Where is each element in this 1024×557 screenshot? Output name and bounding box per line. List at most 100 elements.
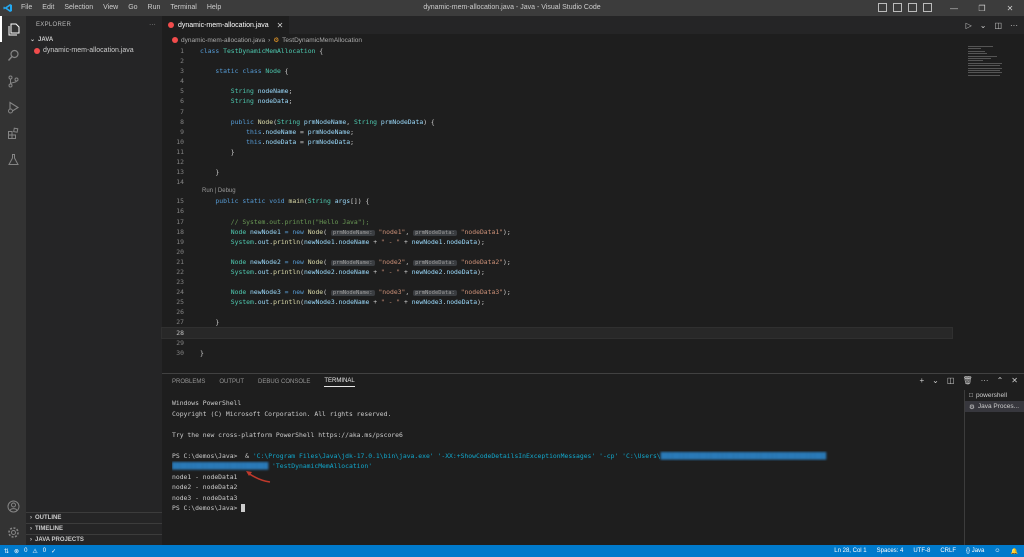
code-line: 24 Node newNode3 = new Node( prmNodeName…	[176, 288, 511, 297]
menu-bar: File Edit Selection View Go Run Terminal…	[16, 0, 226, 16]
menu-selection[interactable]: Selection	[59, 0, 98, 16]
close-icon[interactable]: ✕	[996, 0, 1024, 16]
warning-count[interactable]: 0	[43, 548, 46, 554]
more-actions-icon[interactable]: ···	[1010, 21, 1018, 30]
encoding[interactable]: UTF-8	[913, 548, 930, 554]
chevron-right-icon: ›	[30, 526, 32, 532]
terminal-output-line: node3 - nodeData3	[172, 493, 238, 502]
notifications-icon[interactable]: 🔔	[1011, 548, 1018, 555]
annotation-arrow-icon	[246, 471, 271, 483]
java-status-icon[interactable]: ✓	[51, 548, 56, 555]
toggle-secondary-sidebar-icon[interactable]	[908, 3, 917, 12]
menu-file[interactable]: File	[16, 0, 37, 16]
menu-view[interactable]: View	[98, 0, 123, 16]
testing-icon[interactable]	[0, 146, 26, 172]
error-count[interactable]: 0	[24, 548, 27, 554]
terminal-list-item[interactable]: ⚙ Java Proces...	[965, 401, 1024, 412]
breadcrumb-separator-icon: ›	[268, 36, 271, 44]
tab-output[interactable]: OUTPUT	[219, 379, 244, 385]
account-icon[interactable]	[0, 493, 26, 519]
tab-terminal[interactable]: TERMINAL	[324, 378, 355, 387]
java-file-icon	[168, 22, 174, 28]
more-actions-icon[interactable]: ···	[981, 376, 989, 385]
explorer-icon[interactable]	[0, 16, 26, 42]
java-projects-section[interactable]: › JAVA PROJECTS	[26, 534, 162, 545]
source-control-icon[interactable]	[0, 68, 26, 94]
terminal-icon: □	[969, 392, 973, 399]
breadcrumb: dynamic-mem-allocation.java › ⚙ TestDyna…	[162, 34, 1024, 46]
tab-problems[interactable]: PROBLEMS	[172, 379, 205, 385]
customize-layout-icon[interactable]	[923, 3, 932, 12]
toggle-sidebar-icon[interactable]	[878, 3, 887, 12]
gear-icon: ⚙	[969, 403, 975, 411]
terminal-cursor	[241, 504, 246, 512]
warning-icon[interactable]: ⚠	[32, 548, 37, 555]
minimap[interactable]	[968, 46, 1010, 86]
code-line: 2	[180, 57, 184, 66]
file-item[interactable]: dynamic-mem-allocation.java	[26, 45, 162, 56]
panel-actions: + ⌄ ◫ 🗑 ··· ⌃ ✕	[920, 376, 1019, 385]
code-line: 8 public Node(String prmNodeName, String…	[180, 117, 435, 126]
end-of-line[interactable]: CRLF	[940, 548, 956, 554]
title-bar: File Edit Selection View Go Run Terminal…	[0, 0, 1024, 16]
settings-gear-icon[interactable]	[0, 519, 26, 545]
trash-icon[interactable]: 🗑	[962, 376, 972, 385]
chevron-down-icon[interactable]: ⌄	[980, 21, 987, 30]
language-mode[interactable]: {} Java	[966, 548, 984, 554]
menu-terminal[interactable]: Terminal	[165, 0, 201, 16]
toggle-panel-icon[interactable]	[893, 3, 902, 12]
code-line: 12	[176, 158, 184, 167]
terminal-output-line: node2 - nodeData2	[172, 483, 238, 491]
code-line: 1 class TestDynamicMemAllocation {	[180, 47, 324, 55]
close-tab-icon[interactable]: ✕	[277, 21, 284, 30]
activity-bar-bottom	[0, 493, 26, 545]
run-debug-codelens[interactable]: Run | Debug	[162, 187, 952, 196]
run-debug-icon[interactable]	[0, 94, 26, 120]
breadcrumb-file[interactable]: dynamic-mem-allocation.java	[181, 37, 265, 44]
param-hint: prmNodeName:	[330, 229, 375, 236]
outline-section[interactable]: › OUTLINE	[26, 512, 162, 523]
terminal-prompt-line: PS C:\demos\Java>	[172, 503, 962, 514]
extensions-icon[interactable]	[0, 120, 26, 146]
editor-actions: ▷ ⌄ ◫ ···	[966, 16, 1018, 34]
explorer-title: EXPLORER	[36, 22, 72, 28]
class-symbol-icon: ⚙	[273, 37, 280, 44]
run-icon[interactable]: ▷	[966, 21, 972, 30]
java-projects-section-label: JAVA PROJECTS	[35, 537, 84, 543]
feedback-icon[interactable]: ☺	[994, 548, 1000, 554]
terminal-line: Copyright (C) Microsoft Corporation. All…	[172, 409, 392, 418]
indentation[interactable]: Spaces: 4	[877, 548, 904, 554]
terminal-output-line: node1 - nodeData1	[172, 472, 238, 481]
split-editor-icon[interactable]: ◫	[994, 21, 1002, 30]
menu-edit[interactable]: Edit	[37, 0, 59, 16]
minimize-icon[interactable]: —	[940, 0, 968, 16]
chevron-down-icon[interactable]: ⌄	[932, 376, 939, 385]
timeline-section[interactable]: › TIMELINE	[26, 523, 162, 534]
breadcrumb-class[interactable]: TestDynamicMemAllocation	[282, 37, 362, 44]
terminal-command-line: PS C:\demos\Java> & 'C:\Program Files\Ja…	[172, 451, 827, 460]
terminal-list-item[interactable]: □ powershell	[965, 390, 1024, 401]
menu-run[interactable]: Run	[143, 0, 166, 16]
close-panel-icon[interactable]: ✕	[1011, 376, 1018, 385]
more-actions-icon[interactable]: ···	[149, 22, 156, 28]
search-icon[interactable]	[0, 42, 26, 68]
param-hint: prmNodeName:	[330, 259, 375, 266]
workspace-section[interactable]: ⌄ JAVA	[26, 34, 162, 45]
param-hint: prmNodeName:	[330, 290, 375, 297]
errors-icon[interactable]: ⊗	[14, 548, 19, 555]
terminal-output[interactable]: Windows PowerShell Copyright (C) Microso…	[172, 398, 962, 514]
maximize-panel-icon[interactable]: ⌃	[997, 376, 1004, 385]
explorer-header: EXPLORER ···	[26, 16, 162, 34]
tab-debug-console[interactable]: DEBUG CONSOLE	[258, 379, 310, 385]
split-terminal-icon[interactable]: ◫	[947, 376, 955, 385]
restore-icon[interactable]: ❐	[968, 0, 996, 16]
editor-tab[interactable]: dynamic-mem-allocation.java ✕	[162, 16, 290, 34]
cursor-position[interactable]: Ln 28, Col 1	[834, 548, 866, 554]
new-terminal-icon[interactable]: +	[920, 376, 925, 385]
menu-help[interactable]: Help	[202, 0, 226, 16]
code-editor[interactable]: 1 class TestDynamicMemAllocation { 2 3 st…	[161, 46, 953, 358]
menu-go[interactable]: Go	[123, 0, 142, 16]
remote-icon[interactable]: ⇅	[4, 548, 9, 555]
